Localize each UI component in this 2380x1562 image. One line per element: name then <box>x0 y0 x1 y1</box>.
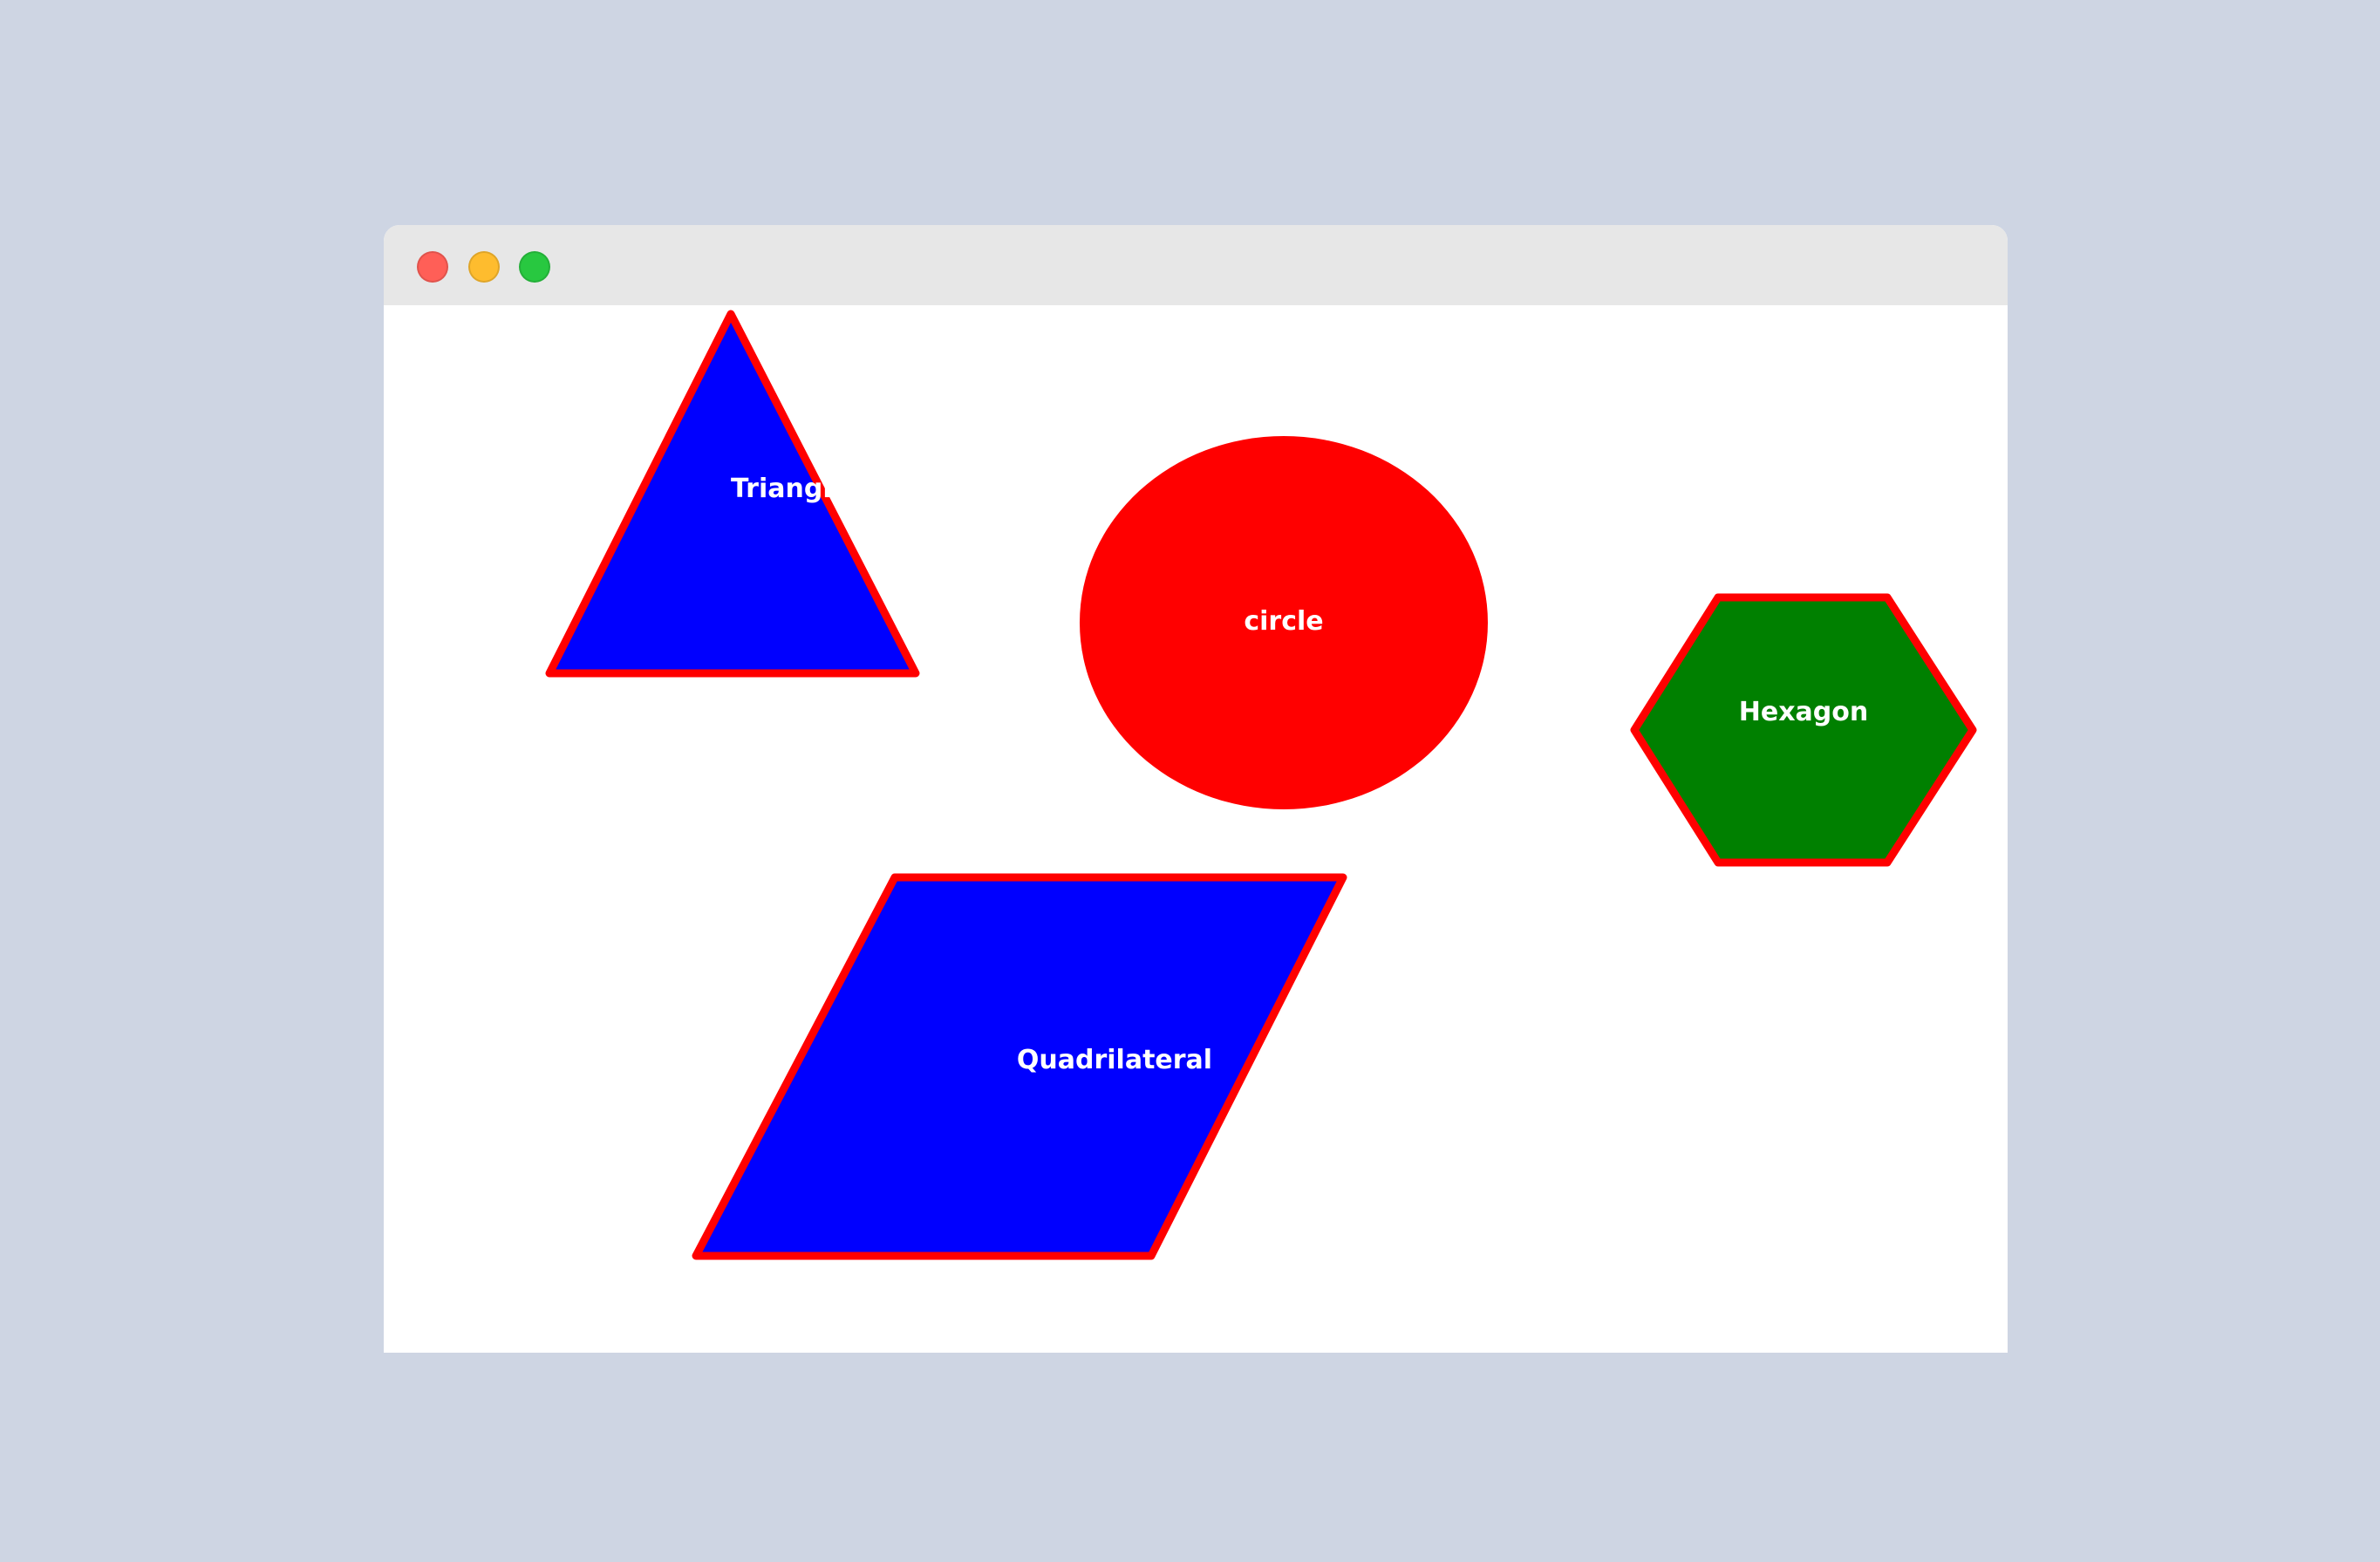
triangle-label: Triangle <box>731 474 849 504</box>
shapes-canvas: Triangle circle Hexagon Quadrilateral <box>384 305 2008 1353</box>
close-window-button[interactable] <box>417 251 448 283</box>
hexagon-shape <box>1630 593 1977 867</box>
quadrilateral-label: Quadrilateral <box>1017 1045 1212 1075</box>
minimize-window-button[interactable] <box>468 251 500 283</box>
zoom-window-button[interactable] <box>519 251 550 283</box>
hexagon-label: Hexagon <box>1739 697 1869 727</box>
circle-label: circle <box>1244 606 1323 637</box>
window-titlebar[interactable] <box>384 225 2008 305</box>
app-window: Triangle circle Hexagon Quadrilateral <box>384 225 2008 1353</box>
shapes-drawing: Triangle circle Hexagon Quadrilateral <box>545 310 1977 1260</box>
